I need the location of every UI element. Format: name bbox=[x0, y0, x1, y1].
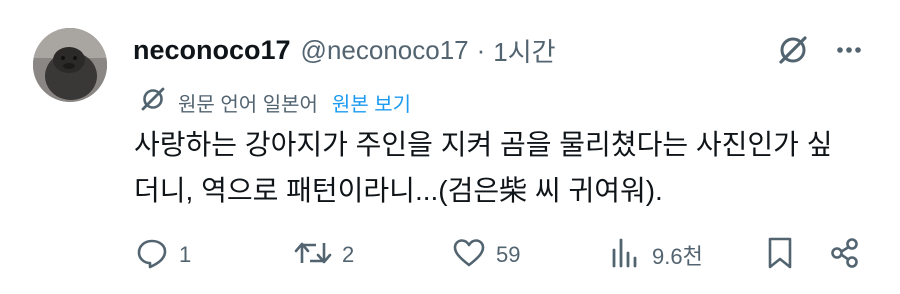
avatar-image bbox=[33, 28, 107, 102]
like-button[interactable]: 59 bbox=[452, 232, 520, 278]
heart-icon bbox=[452, 236, 486, 275]
header-icons bbox=[776, 33, 864, 67]
reply-count: 1 bbox=[179, 242, 192, 267]
translate-icon bbox=[140, 86, 166, 118]
post-header: neconoco17 @neconoco17 · 1시간 bbox=[133, 30, 556, 70]
show-original-link[interactable]: 원본 보기 bbox=[332, 88, 411, 117]
reply-button[interactable]: 1 bbox=[135, 232, 191, 278]
user-handle[interactable]: @neconoco17 bbox=[301, 35, 469, 66]
repost-icon bbox=[294, 236, 332, 275]
display-name[interactable]: neconoco17 bbox=[133, 35, 291, 66]
post-text-line: 사랑하는 강아지가 주인을 지켜 곰을 물리쳤다는 사진인가 싶 bbox=[134, 129, 833, 160]
action-bar: 1 2 59 9.6천 bbox=[0, 232, 900, 278]
bookmark-icon bbox=[765, 236, 795, 275]
share-icon bbox=[828, 236, 862, 275]
grok-icon[interactable] bbox=[776, 33, 810, 67]
post-text-line: 더니, 역으로 패턴이라니...(검은柴 씨 귀여워). bbox=[134, 175, 663, 206]
bookmark-button[interactable] bbox=[765, 232, 795, 278]
translation-row: 원문 언어 일본어 원본 보기 bbox=[140, 86, 411, 118]
repost-button[interactable]: 2 bbox=[294, 232, 354, 278]
more-icon[interactable] bbox=[834, 35, 864, 65]
separator-dot: · bbox=[476, 34, 486, 65]
views-icon bbox=[608, 236, 642, 275]
avatar[interactable] bbox=[33, 28, 107, 102]
post-time[interactable]: 1시간 bbox=[493, 32, 555, 69]
reply-icon bbox=[135, 236, 169, 275]
repost-count: 2 bbox=[342, 242, 355, 267]
views-button[interactable]: 9.6천 bbox=[608, 232, 703, 278]
translation-label: 원문 언어 일본어 bbox=[178, 93, 318, 116]
share-button[interactable] bbox=[828, 232, 862, 278]
post-text: 사랑하는 강아지가 주인을 지켜 곰을 물리쳤다는 사진인가 싶 더니, 역으로… bbox=[134, 122, 874, 214]
views-count: 9.6천 bbox=[652, 244, 703, 269]
like-count: 59 bbox=[496, 242, 521, 267]
